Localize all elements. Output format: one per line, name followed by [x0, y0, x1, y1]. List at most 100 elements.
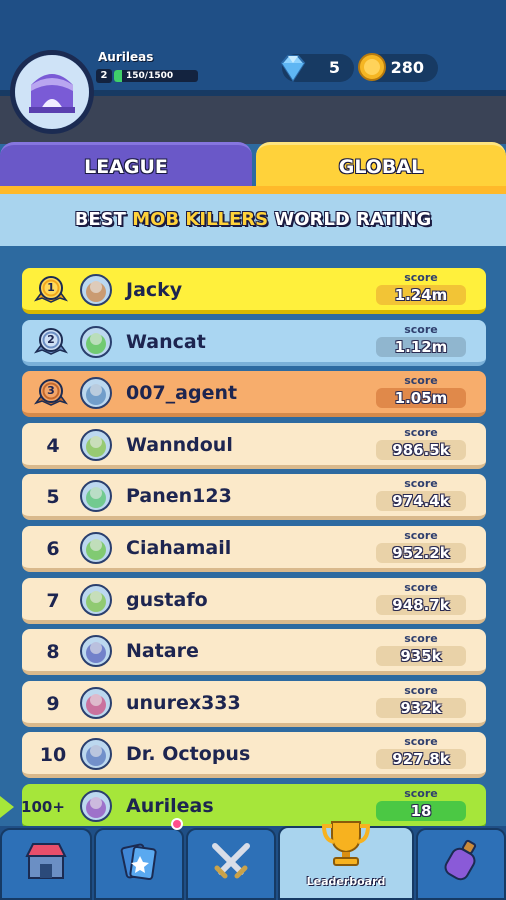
leaderboard-row[interactable]: 9 unurex333 score 932k	[22, 680, 486, 727]
nav-battle[interactable]	[186, 828, 276, 900]
player-avatar-icon	[80, 686, 112, 719]
player-name: Jacky	[126, 279, 183, 301]
score-label: score	[404, 580, 438, 594]
player-name: Wanndoul	[126, 433, 233, 456]
rank-number: 4	[46, 434, 60, 457]
player-name: Dr. Octopus	[126, 743, 251, 766]
score-value: 1.24m	[376, 285, 466, 305]
leaderboard-row[interactable]: 3 007_agent score 1.05m	[22, 371, 486, 418]
cards-icon	[120, 843, 157, 880]
tab-underline	[0, 186, 506, 194]
leaderboard-tabs: LEAGUE GLOBAL	[0, 142, 506, 188]
tab-league[interactable]: LEAGUE	[0, 142, 252, 188]
rank-number: 6	[46, 538, 60, 560]
score-label: score	[404, 271, 438, 284]
score-value: 1.05m	[376, 388, 466, 409]
trophy-icon	[321, 821, 371, 866]
leaderboard-row[interactable]: 2 Wancat score 1.12m	[22, 319, 486, 366]
rank-number: 100+	[21, 798, 65, 816]
rank-number: 3	[47, 384, 55, 398]
score-value: 986.5k	[376, 439, 466, 460]
player-avatar-icon	[80, 532, 112, 564]
shop-icon	[25, 843, 67, 879]
nav-shop[interactable]	[0, 828, 92, 900]
banner-text-2: WORLD RATING	[268, 209, 432, 230]
score-label: score	[404, 735, 438, 749]
rating-banner: BEST MOB KILLERS WORLD RATING	[0, 194, 506, 246]
score-value: 974.4k	[376, 491, 466, 512]
score-label: score	[404, 683, 438, 697]
coin-icon	[358, 53, 386, 81]
tent-icon	[15, 55, 89, 129]
banner-text-1: BEST	[74, 209, 133, 230]
gems-value: 5	[328, 58, 340, 77]
score-label: score	[404, 632, 438, 646]
xp-text: 150/1500	[126, 71, 174, 81]
player-avatar-icon	[80, 480, 112, 513]
player-name: Aurileas	[98, 50, 154, 64]
banner-highlight: MOB KILLERS	[132, 209, 269, 230]
player-avatar-icon	[80, 428, 112, 461]
score-value: 948.7k	[376, 594, 466, 615]
score-value: 952.2k	[376, 543, 466, 563]
rank-number: 9	[46, 692, 60, 715]
gems-counter[interactable]: 5	[280, 54, 354, 82]
rank-number: 8	[46, 641, 60, 664]
player-name: Panen123	[126, 485, 232, 508]
bottom-nav: Leaderboard	[0, 821, 506, 900]
player-name: Wancat	[126, 330, 206, 353]
leaderboard-row[interactable]: 4 Wanndoul score 986.5k	[22, 422, 486, 469]
level-badge: 2	[96, 69, 112, 83]
player-name: Ciahamail	[126, 537, 232, 559]
tab-global[interactable]: GLOBAL	[256, 142, 506, 188]
player-name: 007_agent	[126, 382, 238, 405]
player-avatar[interactable]	[10, 50, 94, 134]
player-avatar-icon	[80, 790, 112, 822]
score-value: 1.12m	[376, 336, 466, 357]
leaderboard-row[interactable]: 1 Jacky score 1.24m	[22, 268, 486, 314]
leaderboard-row[interactable]: 8 Natare score 935k	[22, 629, 486, 676]
leaderboard-row[interactable]: 5 Panen123 score 974.4k	[22, 474, 486, 521]
player-name: Aurileas	[126, 795, 214, 817]
score-label: score	[404, 374, 438, 388]
coins-value: 280	[390, 58, 424, 77]
score-value: 927.8k	[376, 749, 466, 770]
player-name: gustafo	[126, 588, 208, 611]
player-avatar-icon	[80, 377, 112, 410]
nav-leaderboard[interactable]: Leaderboard	[278, 821, 414, 900]
coins-counter[interactable]: 280	[358, 53, 438, 82]
leaderboard-row[interactable]: 10 Dr. Octopus score 927.8k	[22, 732, 486, 779]
player-name: unurex333	[126, 691, 241, 714]
notification-dot	[171, 818, 183, 830]
xp-bar: 150/1500	[114, 70, 198, 82]
score-label: score	[404, 477, 438, 491]
player-avatar-icon	[80, 325, 112, 358]
rank-number: 5	[46, 486, 60, 509]
nav-potion[interactable]	[416, 828, 506, 900]
score-value: 932k	[376, 697, 466, 718]
nav-cards[interactable]	[94, 828, 184, 900]
rank-number: 1	[47, 281, 55, 294]
diamond-icon	[280, 55, 306, 82]
player-avatar-icon	[80, 583, 112, 616]
nav-leaderboard-label: Leaderboard	[306, 875, 386, 888]
score-label: score	[404, 425, 438, 439]
leaderboard-row[interactable]: 6 Ciahamail score 952.2k	[22, 526, 486, 572]
score-label: score	[404, 322, 438, 336]
rank-number: 7	[46, 589, 60, 612]
score-label: score	[404, 529, 438, 542]
potion-icon	[444, 839, 477, 881]
battle-swords-icon	[212, 843, 250, 879]
rank-number: 2	[47, 332, 55, 346]
current-player-pointer	[0, 796, 14, 818]
player-name: Natare	[126, 640, 199, 663]
player-avatar-icon	[80, 274, 112, 306]
current-player-row[interactable]: 100+ Aurileas score 18	[21, 784, 486, 830]
xp-fill	[114, 70, 123, 82]
score-value: 935k	[376, 646, 466, 667]
score-label: score	[404, 787, 438, 800]
score-value: 18	[376, 801, 466, 821]
leaderboard-row[interactable]: 7 gustafo score 948.7k	[22, 577, 486, 624]
rank-number: 10	[39, 744, 67, 767]
player-avatar-icon	[80, 635, 112, 668]
